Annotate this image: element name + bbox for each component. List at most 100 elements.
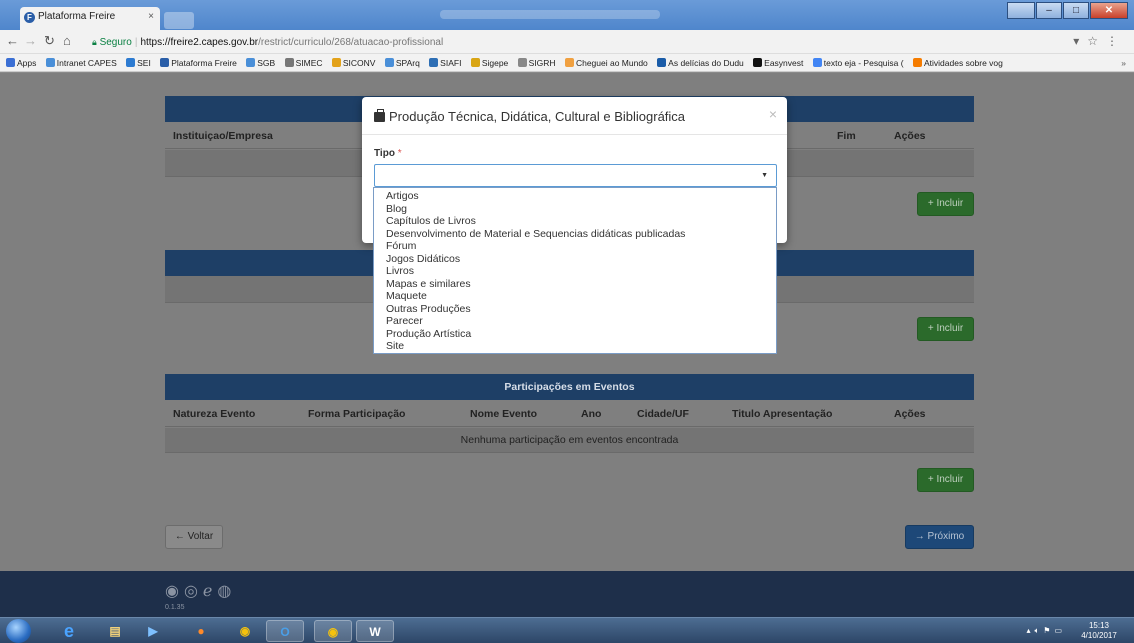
section2-incluir-button[interactable]: + Incluir	[917, 317, 974, 341]
bookmark-item[interactable]: Intranet CAPES	[45, 54, 117, 71]
option-site[interactable]: Site	[374, 340, 776, 353]
bookmark-item[interactable]: SICONV	[331, 54, 375, 71]
section1-incluir-button[interactable]: + Incluir	[917, 192, 974, 216]
required-mark: *	[397, 148, 402, 159]
modal-close-icon[interactable]: ×	[769, 106, 777, 122]
option-artigos[interactable]: Artigos	[374, 190, 776, 203]
minimize-button[interactable]: –	[1036, 2, 1062, 19]
col-natureza-evento: Natureza Evento	[173, 408, 256, 420]
chrome-icon[interactable]: ◉	[226, 620, 264, 642]
extension-star-menu-icons[interactable]: ▾☆⋮	[1073, 34, 1126, 48]
blogger-icon	[912, 58, 922, 67]
outlook-icon[interactable]: O	[266, 620, 304, 642]
modal-header: Produção Técnica, Didática, Cultural e B…	[362, 97, 787, 135]
ie-icon[interactable]: e	[50, 620, 88, 642]
chrome-active-icon[interactable]: ◉	[314, 620, 352, 642]
col-nome-evento: Nome Evento	[470, 408, 538, 420]
url-field[interactable]: 🔒︎ Seguro | https://freire2.capes.gov.br/r…	[86, 33, 1076, 51]
firefox-icon[interactable]: ●	[182, 620, 220, 642]
bookmark-icon	[429, 58, 439, 67]
briefcase-icon	[374, 109, 385, 122]
word-icon[interactable]: W	[356, 620, 394, 642]
col-acoes: Ações	[894, 408, 926, 420]
arrow-left-icon: ←	[174, 531, 185, 542]
eventos-incluir-button[interactable]: + Incluir	[917, 468, 974, 492]
col-cidade-uf: Cidade/UF	[637, 408, 689, 420]
supported-browsers-icons: ◉◎ℯ◍	[165, 583, 237, 600]
proximo-button[interactable]: → Próximo	[905, 525, 974, 549]
browser-tab[interactable]: F Plataforma Freire ×	[20, 7, 160, 30]
bookmark-icon	[45, 58, 55, 67]
bookmark-item[interactable]: SEI	[126, 54, 151, 71]
option-desenvolvimento-material[interactable]: Desenvolvimento de Material e Sequencias…	[374, 228, 776, 241]
window-title-blurred	[440, 10, 660, 19]
option-livros[interactable]: Livros	[374, 265, 776, 278]
bookmark-item[interactable]: SIGRH	[517, 54, 556, 71]
tipo-dropdown-list: Artigos Blog Capítulos de Livros Desenvo…	[373, 187, 777, 354]
col-forma-participacao: Forma Participação	[308, 408, 406, 420]
col-instituicao: Instituiçao/Empresa	[173, 130, 273, 142]
media-player-icon[interactable]: ▶	[134, 620, 172, 642]
user-profile-button[interactable]	[1007, 2, 1035, 19]
url-host: https://freire2.capes.gov.br	[140, 37, 259, 48]
bookmark-item[interactable]: SIAFI	[429, 54, 461, 71]
url-path: /restrict/curriculo/268/atuacao-profissi…	[258, 37, 444, 48]
secure-label: Seguro	[99, 37, 132, 48]
bookmark-icon	[470, 58, 480, 67]
eventos-empty-row: Nenhuma participação em eventos encontra…	[165, 428, 974, 453]
plus-icon: +	[927, 323, 934, 334]
start-button[interactable]	[6, 619, 31, 643]
bookmark-item[interactable]: SGB	[246, 54, 275, 71]
option-producao-artistica[interactable]: Produção Artística	[374, 328, 776, 341]
eventos-header: Participações em Eventos	[165, 374, 974, 400]
bookmark-item[interactable]: Sigepe	[470, 54, 508, 71]
arrow-right-icon: →	[914, 531, 925, 542]
back-arrow-icon[interactable]: ←	[6, 34, 19, 48]
option-forum[interactable]: Fórum	[374, 240, 776, 253]
bookmark-icon	[384, 58, 394, 67]
bookmark-icon	[284, 58, 294, 67]
option-maquete[interactable]: Maquete	[374, 290, 776, 303]
bookmark-icon	[160, 58, 170, 67]
bookmark-item[interactable]: Atividades sobre vog	[912, 54, 1003, 71]
option-blog[interactable]: Blog	[374, 203, 776, 216]
bookmark-icon	[331, 58, 341, 67]
col-titulo-apresentacao: Titulo Apresentação	[732, 408, 833, 420]
bookmark-item[interactable]: SIMEC	[284, 54, 323, 71]
option-parecer[interactable]: Parecer	[374, 315, 776, 328]
bookmarks-more-icon[interactable]: »	[1121, 54, 1126, 71]
option-outras-producoes[interactable]: Outras Produções	[374, 303, 776, 316]
bookmark-icon	[564, 58, 574, 67]
explorer-icon[interactable]: ▤	[96, 620, 134, 642]
window-controls: – □ ✕	[1007, 2, 1128, 19]
bookmarks-bar: Apps Intranet CAPES SEI Plataforma Freir…	[0, 54, 1134, 72]
bookmark-icon	[753, 58, 763, 67]
bookmark-item[interactable]: Easynvest	[753, 54, 803, 71]
bookmark-icon	[657, 58, 667, 67]
bookmark-icon	[126, 58, 136, 67]
home-icon[interactable]: ⌂	[63, 34, 71, 48]
voltar-button[interactable]: ← Voltar	[165, 525, 223, 549]
forward-arrow-icon[interactable]: →	[24, 34, 37, 48]
window-close-button[interactable]: ✕	[1090, 2, 1128, 19]
bookmark-icon	[246, 58, 256, 67]
address-bar-row: ← → ↻ ⌂ 🔒︎ Seguro | https://freire2.capes.…	[0, 30, 1134, 54]
bookmark-item[interactable]: SPArq	[384, 54, 420, 71]
bookmark-item[interactable]: Cheguei ao Mundo	[564, 54, 648, 71]
tray-icons[interactable]: ▴🔈︎⚑▭	[1026, 626, 1066, 636]
tab-close-icon[interactable]: ×	[148, 11, 154, 22]
clock[interactable]: 15:13 4/10/2017	[1074, 621, 1124, 641]
option-capitulos-de-livros[interactable]: Capítulos de Livros	[374, 215, 776, 228]
col-fim: Fim	[837, 130, 856, 142]
bookmark-item[interactable]: texto eja - Pesquisa (	[812, 54, 904, 71]
plus-icon: +	[927, 198, 934, 209]
tipo-select[interactable]: ▼	[374, 164, 777, 187]
bookmark-item[interactable]: As delícias do Dudu	[657, 54, 744, 71]
reload-icon[interactable]: ↻	[44, 34, 55, 48]
new-tab-button[interactable]	[164, 12, 194, 29]
option-mapas-e-similares[interactable]: Mapas e similares	[374, 278, 776, 291]
option-jogos-didaticos[interactable]: Jogos Didáticos	[374, 253, 776, 266]
bookmark-item[interactable]: Apps	[6, 54, 36, 71]
maximize-button[interactable]: □	[1063, 2, 1089, 19]
bookmark-item[interactable]: Plataforma Freire	[160, 54, 237, 71]
